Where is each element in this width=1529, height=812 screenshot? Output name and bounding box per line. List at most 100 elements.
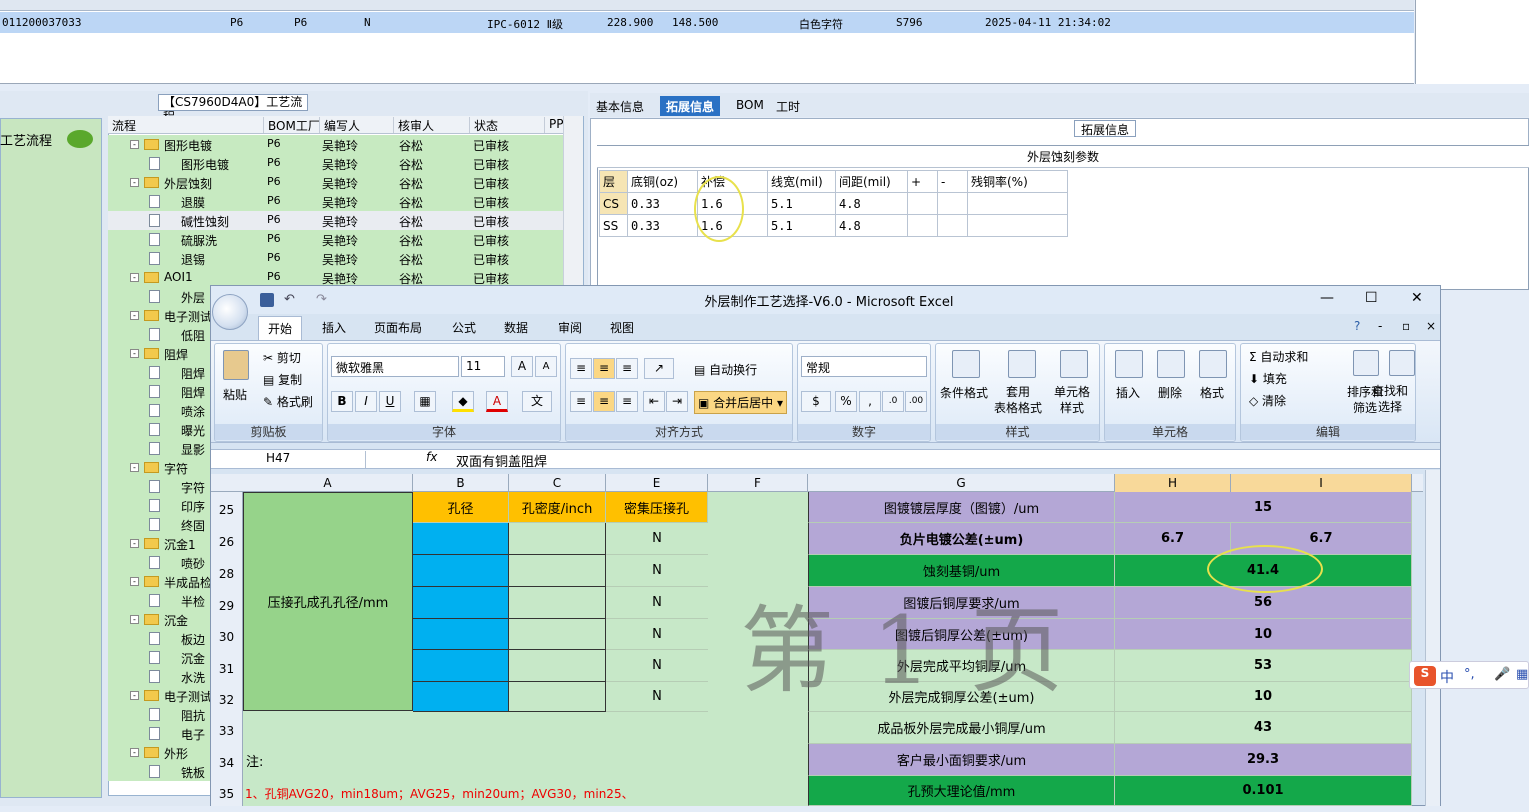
input-cell[interactable] xyxy=(509,555,606,587)
col-i[interactable]: I xyxy=(1231,474,1412,492)
format-painter-button[interactable]: ✎ 格式刷 xyxy=(263,393,313,410)
param-value[interactable]: 10 xyxy=(1115,619,1412,650)
paste-icon[interactable] xyxy=(223,350,249,380)
etch-cell[interactable]: 5.1 xyxy=(767,192,836,215)
col-f[interactable]: F xyxy=(708,474,808,492)
collapse-icon[interactable]: - xyxy=(130,349,139,358)
etch-row-ss[interactable]: SS 0.33 1.6 5.1 4.8 xyxy=(599,214,1068,237)
row-header[interactable]: 29 xyxy=(211,587,243,619)
etch-cell[interactable]: 4.8 xyxy=(835,192,908,215)
etch-cell[interactable] xyxy=(907,214,938,237)
flow-tree-row[interactable]: 退锡 P6 吴艳玲 谷松 已审核 xyxy=(108,249,563,268)
input-cell[interactable] xyxy=(413,650,509,682)
flow-tree-row[interactable]: 图形电镀 P6 吴艳玲 谷松 已审核 xyxy=(108,154,563,173)
input-cell[interactable] xyxy=(413,619,509,650)
collapse-icon[interactable]: - xyxy=(130,178,139,187)
keyboard-icon[interactable]: ▦ xyxy=(1516,667,1528,682)
col-factory[interactable]: BOM工厂 xyxy=(263,117,320,133)
redo-icon[interactable]: ↷ xyxy=(316,292,327,307)
underline-button[interactable]: U xyxy=(379,391,401,412)
format-table-icon[interactable] xyxy=(1008,350,1036,378)
font-name-select[interactable]: 微软雅黑 xyxy=(331,356,459,377)
etch-params-table[interactable]: 层 底铜(oz) 补偿 线宽(mil) 间距(mil) + - 残铜率(%) C… xyxy=(599,170,1068,237)
col-a[interactable]: A xyxy=(243,474,413,492)
align-right-icon[interactable]: ≡ xyxy=(616,391,638,412)
param-value[interactable]: 10 xyxy=(1115,682,1412,712)
row-header[interactable]: 31 xyxy=(211,650,243,682)
orientation-icon[interactable]: ↗ xyxy=(644,358,674,379)
align-center-icon[interactable]: ≡ xyxy=(593,391,615,412)
input-cell[interactable] xyxy=(509,523,606,555)
flow-tree-row[interactable]: - 图形电镀 P6 吴艳玲 谷松 已审核 xyxy=(108,135,563,154)
etch-cell[interactable]: 0.33 xyxy=(627,214,698,237)
sidebar-label[interactable]: 工艺流程 xyxy=(0,130,52,149)
input-cell[interactable] xyxy=(509,650,606,682)
tab-home[interactable]: 开始 xyxy=(258,316,303,340)
minimize-icon[interactable]: — xyxy=(1320,290,1334,306)
col-g[interactable]: G xyxy=(808,474,1115,492)
input-cell[interactable] xyxy=(509,587,606,619)
name-box[interactable]: H47 xyxy=(214,451,366,468)
comma-button[interactable]: , xyxy=(859,391,881,412)
param-value-h[interactable]: 6.7 xyxy=(1115,523,1231,555)
tab-formulas[interactable]: 公式 xyxy=(452,319,476,336)
flow-tree-row[interactable]: 碱性蚀刻 P6 吴艳玲 谷松 已审核 xyxy=(108,211,563,230)
input-cell[interactable] xyxy=(413,682,509,712)
undo-icon[interactable]: ↶ xyxy=(284,292,295,307)
border-icon[interactable]: ▦ xyxy=(414,391,436,412)
collapse-icon[interactable]: - xyxy=(130,463,139,472)
etch-cell[interactable]: 0.33 xyxy=(627,192,698,215)
clear-button[interactable]: ◇ 清除 xyxy=(1249,392,1286,409)
wrap-text-button[interactable]: ▤ 自动换行 xyxy=(694,361,757,378)
copy-button[interactable]: ▤ 复制 xyxy=(263,371,302,388)
row-header[interactable]: 25 xyxy=(211,492,243,523)
mic-icon[interactable]: 🎤 xyxy=(1494,667,1510,682)
font-color-icon[interactable]: A xyxy=(486,391,508,412)
row-header[interactable]: 34 xyxy=(211,744,243,776)
help-icon[interactable]: ? xyxy=(1354,319,1360,333)
collapse-icon[interactable]: - xyxy=(130,748,139,757)
top-grid-selected-row[interactable]: 011200037033 P6 P6 N IPC-6012 Ⅱ级 228.900… xyxy=(0,12,1414,33)
col-flow[interactable]: 流程 xyxy=(108,117,136,133)
font-size-select[interactable]: 11 xyxy=(461,356,505,377)
row-header[interactable]: 32 xyxy=(211,682,243,712)
flow-tree-row[interactable]: 退膜 P6 吴艳玲 谷松 已审核 xyxy=(108,192,563,211)
ribbon-close-icon[interactable]: × xyxy=(1426,319,1436,333)
n-cell[interactable]: N xyxy=(606,587,708,619)
col-c[interactable]: C xyxy=(509,474,606,492)
row-header[interactable]: 33 xyxy=(211,712,243,744)
dec-decrease-icon[interactable]: .00 xyxy=(905,391,927,412)
input-cell[interactable] xyxy=(413,523,509,555)
currency-icon[interactable]: $ xyxy=(801,391,831,412)
n-cell[interactable]: N xyxy=(606,650,708,682)
format-label[interactable]: 格式 xyxy=(1200,384,1224,401)
align-bottom-icon[interactable]: ≡ xyxy=(616,358,638,379)
formula-input[interactable]: 双面有铜盖阻焊 xyxy=(456,451,547,470)
tab-bom[interactable]: BOM xyxy=(730,96,770,116)
collapse-icon[interactable]: - xyxy=(130,691,139,700)
merged-label-cell[interactable]: 压接孔成孔孔径/mm xyxy=(243,492,413,711)
param-value[interactable]: 43 xyxy=(1115,712,1412,744)
col-writer[interactable]: 编写人 xyxy=(319,117,360,133)
italic-button[interactable]: I xyxy=(355,391,377,412)
maximize-icon[interactable]: ☐ xyxy=(1365,290,1378,306)
fill-color-icon[interactable]: ◆ xyxy=(452,391,474,412)
sort-filter-icon[interactable] xyxy=(1353,350,1379,376)
input-cell[interactable] xyxy=(413,587,509,619)
etch-cell[interactable]: 4.8 xyxy=(835,214,908,237)
ribbon-min-icon[interactable]: - xyxy=(1378,319,1382,333)
n-cell[interactable]: N xyxy=(606,619,708,650)
param-value[interactable]: 53 xyxy=(1115,650,1412,682)
collapse-icon[interactable]: - xyxy=(130,615,139,624)
col-checker[interactable]: 核审人 xyxy=(393,117,434,133)
find-select-icon[interactable] xyxy=(1389,350,1415,376)
param-value[interactable]: 0.101 xyxy=(1115,776,1412,806)
col-e[interactable]: E xyxy=(606,474,708,492)
row-header[interactable]: 28 xyxy=(211,555,243,587)
collapse-icon[interactable]: - xyxy=(130,273,139,282)
cut-button[interactable]: ✂ 剪切 xyxy=(263,349,301,366)
col-b[interactable]: B xyxy=(413,474,509,492)
ime-toolbar[interactable]: S 中 °, 🎤 ▦ xyxy=(1409,661,1529,689)
flow-tree-row[interactable]: - 外层蚀刻 P6 吴艳玲 谷松 已审核 xyxy=(108,173,563,192)
row-header[interactable]: 35 xyxy=(211,776,243,806)
